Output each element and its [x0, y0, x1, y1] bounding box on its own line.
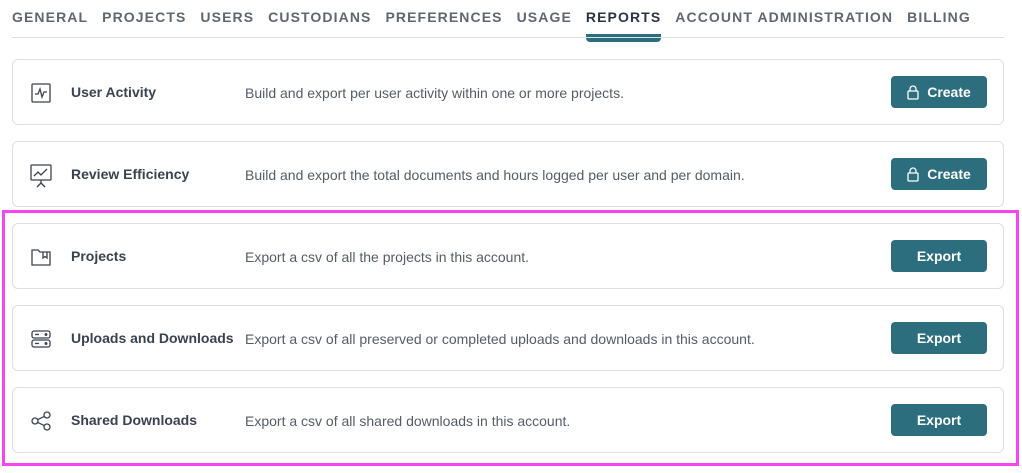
- tab-billing[interactable]: BILLING: [907, 0, 971, 25]
- report-title: Projects: [71, 248, 127, 264]
- report-card-user-activity: User Activity Build and export per user …: [12, 59, 1004, 125]
- report-description: Export a csv of all shared downloads in …: [245, 413, 571, 429]
- lock-icon: [907, 84, 919, 100]
- report-title: User Activity: [71, 84, 157, 100]
- create-user-activity-button[interactable]: Create: [891, 76, 987, 108]
- folder-icon: [29, 245, 53, 269]
- report-description: Build and export the total documents and…: [245, 167, 745, 183]
- tab-bar-divider: [12, 37, 1004, 38]
- tab-usage[interactable]: USAGE: [517, 0, 572, 25]
- report-title: Uploads and Downloads: [71, 330, 234, 346]
- export-projects-button[interactable]: Export: [891, 240, 987, 272]
- activity-chart-icon: [29, 81, 53, 105]
- report-description: Build and export per user activity withi…: [245, 85, 624, 101]
- report-card-uploads-downloads: Uploads and Downloads Export a csv of al…: [12, 305, 1004, 371]
- create-button-label: Create: [927, 166, 971, 182]
- export-button-label: Export: [916, 412, 962, 428]
- export-uploads-downloads-button[interactable]: Export: [891, 322, 987, 354]
- tab-custodians[interactable]: CUSTODIANS: [268, 0, 371, 25]
- tab-users[interactable]: USERS: [200, 0, 254, 25]
- report-card-shared-downloads: Shared Downloads Export a csv of all sha…: [12, 387, 1004, 453]
- report-title: Shared Downloads: [71, 412, 198, 428]
- active-tab-indicator: [585, 34, 662, 42]
- tab-projects[interactable]: PROJECTS: [102, 0, 186, 25]
- report-card-projects: Projects Export a csv of all the project…: [12, 223, 1004, 289]
- export-shared-downloads-button[interactable]: Export: [891, 404, 987, 436]
- share-icon: [29, 409, 53, 433]
- tab-general[interactable]: GENERAL: [12, 0, 88, 25]
- tab-reports[interactable]: REPORTS: [585, 0, 662, 42]
- report-title: Review Efficiency: [71, 166, 190, 182]
- tab-reports-label: REPORTS: [585, 9, 662, 25]
- lock-icon: [907, 166, 919, 182]
- tab-account-administration[interactable]: ACCOUNT ADMINISTRATION: [675, 0, 893, 25]
- create-button-label: Create: [927, 84, 971, 100]
- server-storage-icon: [29, 327, 53, 351]
- tab-preferences[interactable]: PREFERENCES: [385, 0, 502, 25]
- export-button-label: Export: [916, 330, 962, 346]
- create-review-efficiency-button[interactable]: Create: [891, 158, 987, 190]
- report-description: Export a csv of all the projects in this…: [245, 249, 530, 265]
- report-card-review-efficiency: Review Efficiency Build and export the t…: [12, 141, 1004, 207]
- settings-tab-bar: GENERAL PROJECTS USERS CUSTODIANS PREFER…: [12, 0, 985, 42]
- export-button-label: Export: [916, 248, 962, 264]
- presentation-chart-icon: [29, 163, 53, 188]
- report-description: Export a csv of all preserved or complet…: [245, 331, 755, 347]
